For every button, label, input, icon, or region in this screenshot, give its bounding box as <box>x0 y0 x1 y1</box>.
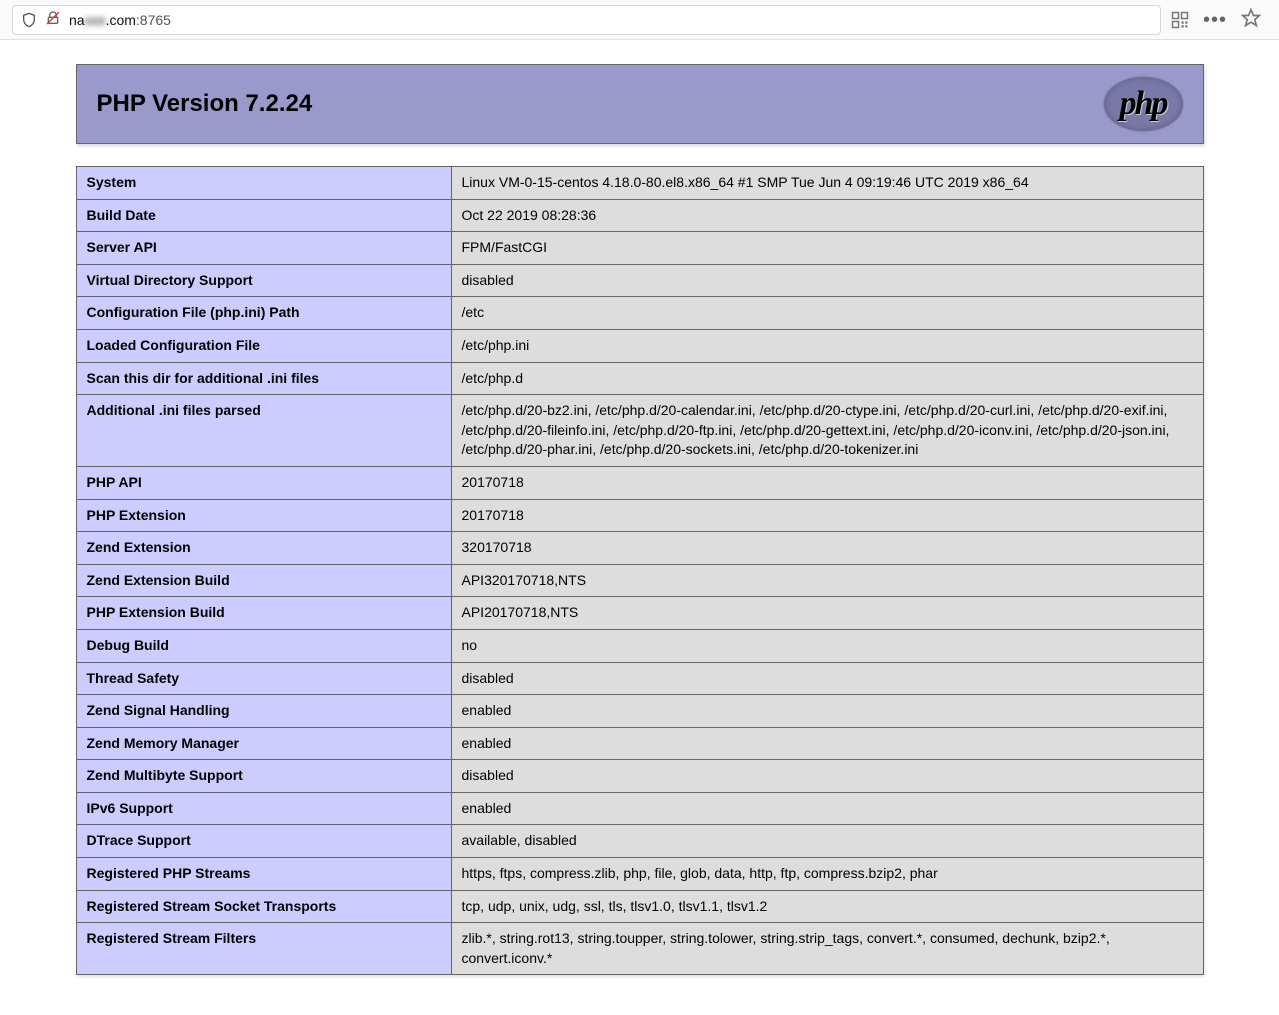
phpinfo-header: PHP Version 7.2.24 php <box>76 64 1204 144</box>
info-value: no <box>451 629 1203 662</box>
table-row: Zend Multibyte Supportdisabled <box>76 760 1203 793</box>
info-value: tcp, udp, unix, udg, ssl, tls, tlsv1.0, … <box>451 890 1203 923</box>
table-row: SystemLinux VM-0-15-centos 4.18.0-80.el8… <box>76 167 1203 200</box>
info-label: System <box>76 167 451 200</box>
info-value: enabled <box>451 792 1203 825</box>
info-label: Registered PHP Streams <box>76 858 451 891</box>
info-value: /etc/php.d/20-bz2.ini, /etc/php.d/20-cal… <box>451 395 1203 467</box>
toolbar-right-icons: ••• <box>1171 8 1261 32</box>
info-label: Server API <box>76 232 451 265</box>
info-label: Zend Extension <box>76 532 451 565</box>
bookmark-star-icon[interactable] <box>1241 8 1261 32</box>
url-host-prefix: na <box>69 12 85 28</box>
info-value: https, ftps, compress.zlib, php, file, g… <box>451 858 1203 891</box>
info-value: API20170718,NTS <box>451 597 1203 630</box>
table-row: DTrace Supportavailable, disabled <box>76 825 1203 858</box>
info-label: Zend Memory Manager <box>76 727 451 760</box>
info-label: Zend Multibyte Support <box>76 760 451 793</box>
info-label: Registered Stream Filters <box>76 923 451 975</box>
info-value: /etc/php.ini <box>451 329 1203 362</box>
qr-code-icon[interactable] <box>1171 11 1189 29</box>
table-row: Zend Extension BuildAPI320170718,NTS <box>76 564 1203 597</box>
table-row: Scan this dir for additional .ini files/… <box>76 362 1203 395</box>
insecure-connection-icon[interactable] <box>45 10 61 29</box>
info-label: Build Date <box>76 199 451 232</box>
table-row: PHP Extension20170718 <box>76 499 1203 532</box>
url-host-suffix: .com <box>106 12 136 28</box>
info-label: PHP Extension Build <box>76 597 451 630</box>
php-logo-text: php <box>1120 85 1167 123</box>
table-row: IPv6 Supportenabled <box>76 792 1203 825</box>
address-bar[interactable]: naxxx.com:8765 <box>12 5 1161 35</box>
table-row: PHP API20170718 <box>76 466 1203 499</box>
info-value: available, disabled <box>451 825 1203 858</box>
info-value: enabled <box>451 727 1203 760</box>
info-label: DTrace Support <box>76 825 451 858</box>
info-label: IPv6 Support <box>76 792 451 825</box>
info-label: Debug Build <box>76 629 451 662</box>
info-value: enabled <box>451 695 1203 728</box>
info-value: Linux VM-0-15-centos 4.18.0-80.el8.x86_6… <box>451 167 1203 200</box>
php-version-title: PHP Version 7.2.24 <box>97 90 313 118</box>
url-port: :8765 <box>136 12 171 28</box>
info-label: Additional .ini files parsed <box>76 395 451 467</box>
info-label: Thread Safety <box>76 662 451 695</box>
table-row: Registered Stream Filterszlib.*, string.… <box>76 923 1203 975</box>
table-row: Zend Memory Managerenabled <box>76 727 1203 760</box>
page-actions-icon[interactable]: ••• <box>1203 10 1227 30</box>
info-value: /etc/php.d <box>451 362 1203 395</box>
info-value: 20170718 <box>451 499 1203 532</box>
table-row: Registered Stream Socket Transportstcp, … <box>76 890 1203 923</box>
php-logo: php <box>1104 77 1183 131</box>
url-text: naxxx.com:8765 <box>69 12 171 28</box>
info-value: zlib.*, string.rot13, string.toupper, st… <box>451 923 1203 975</box>
info-value: 320170718 <box>451 532 1203 565</box>
phpinfo-container: PHP Version 7.2.24 php SystemLinux VM-0-… <box>76 64 1204 975</box>
info-value: /etc <box>451 297 1203 330</box>
info-value: FPM/FastCGI <box>451 232 1203 265</box>
info-value: disabled <box>451 264 1203 297</box>
table-row: PHP Extension BuildAPI20170718,NTS <box>76 597 1203 630</box>
table-row: Zend Extension320170718 <box>76 532 1203 565</box>
tracking-protection-icon[interactable] <box>21 12 37 28</box>
table-row: Zend Signal Handlingenabled <box>76 695 1203 728</box>
info-label: Registered Stream Socket Transports <box>76 890 451 923</box>
table-row: Server APIFPM/FastCGI <box>76 232 1203 265</box>
info-label: Virtual Directory Support <box>76 264 451 297</box>
table-row: Additional .ini files parsed/etc/php.d/2… <box>76 395 1203 467</box>
table-row: Configuration File (php.ini) Path/etc <box>76 297 1203 330</box>
info-label: Zend Signal Handling <box>76 695 451 728</box>
table-row: Registered PHP Streamshttps, ftps, compr… <box>76 858 1203 891</box>
info-label: Loaded Configuration File <box>76 329 451 362</box>
info-value: 20170718 <box>451 466 1203 499</box>
info-label: Configuration File (php.ini) Path <box>76 297 451 330</box>
url-host-blurred: xxx <box>85 12 106 28</box>
info-value: disabled <box>451 662 1203 695</box>
phpinfo-table: SystemLinux VM-0-15-centos 4.18.0-80.el8… <box>76 166 1204 975</box>
info-value: API320170718,NTS <box>451 564 1203 597</box>
table-row: Thread Safetydisabled <box>76 662 1203 695</box>
browser-toolbar: naxxx.com:8765 ••• <box>0 0 1279 40</box>
page-content: PHP Version 7.2.24 php SystemLinux VM-0-… <box>0 40 1279 1015</box>
info-label: Zend Extension Build <box>76 564 451 597</box>
info-value: Oct 22 2019 08:28:36 <box>451 199 1203 232</box>
table-row: Loaded Configuration File/etc/php.ini <box>76 329 1203 362</box>
info-label: PHP API <box>76 466 451 499</box>
info-label: PHP Extension <box>76 499 451 532</box>
table-row: Debug Buildno <box>76 629 1203 662</box>
table-row: Virtual Directory Supportdisabled <box>76 264 1203 297</box>
info-label: Scan this dir for additional .ini files <box>76 362 451 395</box>
table-row: Build DateOct 22 2019 08:28:36 <box>76 199 1203 232</box>
info-value: disabled <box>451 760 1203 793</box>
